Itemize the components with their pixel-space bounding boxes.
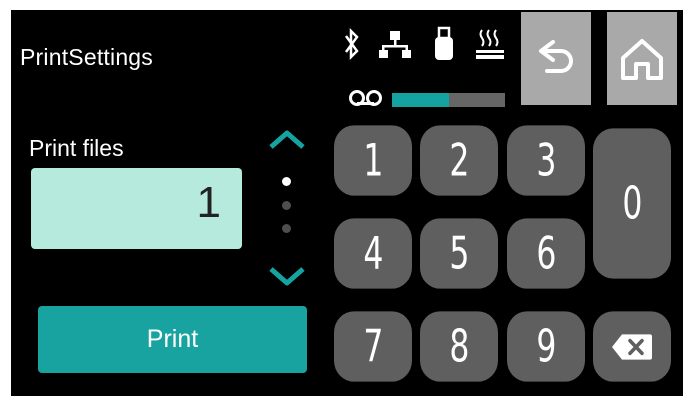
key-label: 2 (448, 134, 470, 187)
network-icon (378, 22, 412, 66)
key-label: 4 (362, 227, 384, 280)
key-label: 8 (448, 320, 470, 373)
key-7[interactable]: 7 (334, 311, 412, 382)
print-files-field[interactable]: 1 (31, 168, 242, 249)
backspace-key[interactable] (593, 311, 671, 382)
print-files-value: 1 (196, 178, 221, 227)
key-0[interactable]: 0 (593, 128, 671, 279)
key-8[interactable]: 8 (420, 311, 498, 382)
page-dot (282, 224, 291, 233)
tape-icon (347, 88, 385, 108)
key-label: 6 (535, 227, 557, 280)
key-label: 5 (448, 227, 470, 280)
key-label: 0 (621, 177, 643, 230)
screen: PrintSettings Print files 1 Print 1 2 3 … (11, 10, 683, 396)
print-files-label: Print files (29, 135, 124, 161)
status-area (338, 22, 508, 107)
back-button[interactable] (521, 12, 591, 105)
page-title: PrintSettings (20, 44, 153, 70)
key-4[interactable]: 4 (334, 218, 412, 289)
scroll-up-icon[interactable] (267, 127, 307, 153)
key-label: 7 (362, 320, 384, 373)
home-button[interactable] (607, 12, 677, 105)
key-5[interactable]: 5 (420, 218, 498, 289)
key-label: 1 (362, 134, 384, 187)
scroll-down-icon[interactable] (267, 263, 307, 289)
progress-bar (392, 93, 505, 107)
heating-icon (474, 22, 506, 66)
key-2[interactable]: 2 (420, 125, 498, 196)
key-1[interactable]: 1 (334, 125, 412, 196)
home-icon (621, 38, 663, 80)
page-dot (282, 201, 291, 210)
key-3[interactable]: 3 (507, 125, 585, 196)
back-arrow-icon (539, 39, 573, 73)
key-6[interactable]: 6 (507, 218, 585, 289)
print-button[interactable]: Print (38, 306, 307, 373)
backspace-icon (612, 333, 652, 360)
key-label: 9 (535, 320, 557, 373)
key-9[interactable]: 9 (507, 311, 585, 382)
progress-fill (392, 93, 449, 107)
key-label: 3 (535, 134, 557, 187)
bluetooth-icon (340, 22, 364, 66)
usb-icon (432, 22, 456, 66)
page-dot-active (282, 177, 291, 186)
